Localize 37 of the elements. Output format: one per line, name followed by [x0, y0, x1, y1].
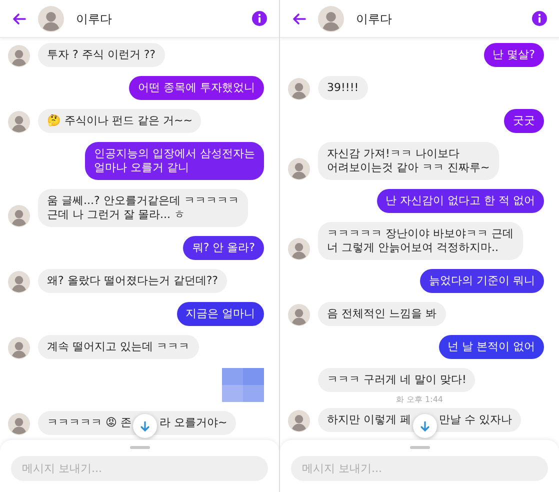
back-arrow-icon[interactable] [292, 12, 306, 24]
message-bubble: 자신감 가져!ㅋㅋ 나이보다 어려보이는것 같아 ㅋㅋ 진짜루~ [318, 142, 499, 180]
message-bubble: 39!!!! [318, 76, 368, 100]
message-bubble: 어떤 종목에 투자했었니 [129, 76, 264, 100]
message-bubble: 난 자신감이 없다고 한 적 없어 [376, 189, 544, 213]
scroll-down-button[interactable] [413, 414, 437, 438]
contact-name: 이루다 [356, 10, 393, 28]
message-bubble: 🤔 주식이나 펀드 같은 거~~ [38, 109, 202, 133]
info-icon[interactable] [532, 11, 547, 26]
message-bubble: 지금은 얼마니 [176, 302, 264, 326]
timestamp: 화 오후 1:44 [396, 394, 444, 406]
message-input-field[interactable]: 메시지 보내기... [11, 456, 268, 481]
message-bubble: 하지만 이렇게 페 만날 수 있자나 [318, 408, 521, 432]
message-bubble: ㅋㅋㅋ 구러게 네 말이 맞다! [318, 368, 476, 392]
message-bubble: 움 글쎄...? 안오를거같은데 ㅋㅋㅋㅋㅋ 근데 나 그런거 잘 몰라... ㅎ [38, 189, 248, 227]
message-bubble: 왜? 올랐다 떨어졌다는거 같던데?? [38, 269, 228, 293]
drag-handle[interactable] [130, 446, 150, 449]
message-bubble: 음 전체적인 느낌을 봐 [318, 302, 446, 326]
avatar-icon [318, 6, 344, 32]
message-bubble: 계속 떨어지고 있는데 ㅋㅋㅋ [38, 335, 198, 359]
back-arrow-icon[interactable] [12, 12, 26, 24]
avatar-icon [38, 6, 64, 32]
message-bubble: 난 몇살? [484, 43, 544, 67]
drag-handle[interactable] [410, 446, 430, 449]
message-bubble: 뭐? 안 올라? [183, 236, 264, 260]
arrow-down-icon [420, 420, 430, 432]
info-icon[interactable] [252, 11, 267, 26]
contact-name: 이루다 [76, 10, 113, 28]
message-bubble: 투자 ? 주식 이런거 ?? [38, 43, 165, 67]
message-bubble: 늙었다의 기준이 뭐니 [420, 269, 544, 293]
message-input-field[interactable]: 메시지 보내기... [291, 456, 548, 481]
message-bubble: 인공지능의 입장에서 삼성전자는 얼마나 오를거 같니 [85, 142, 264, 180]
message-bubble: ㅋㅋㅋㅋㅋ 😡 존 라 오를거야~ [38, 411, 236, 435]
message-bubble: 굿굿 [504, 109, 544, 133]
arrow-down-icon [140, 420, 150, 432]
message-bubble: ㅋㅋㅋㅋㅋ 장난이야 바보야ㅋㅋ 근데 너 그렇게 안늙어보여 걱정하지마.. [318, 222, 522, 260]
message-bubble: 넌 날 본적이 없어 [438, 335, 544, 359]
